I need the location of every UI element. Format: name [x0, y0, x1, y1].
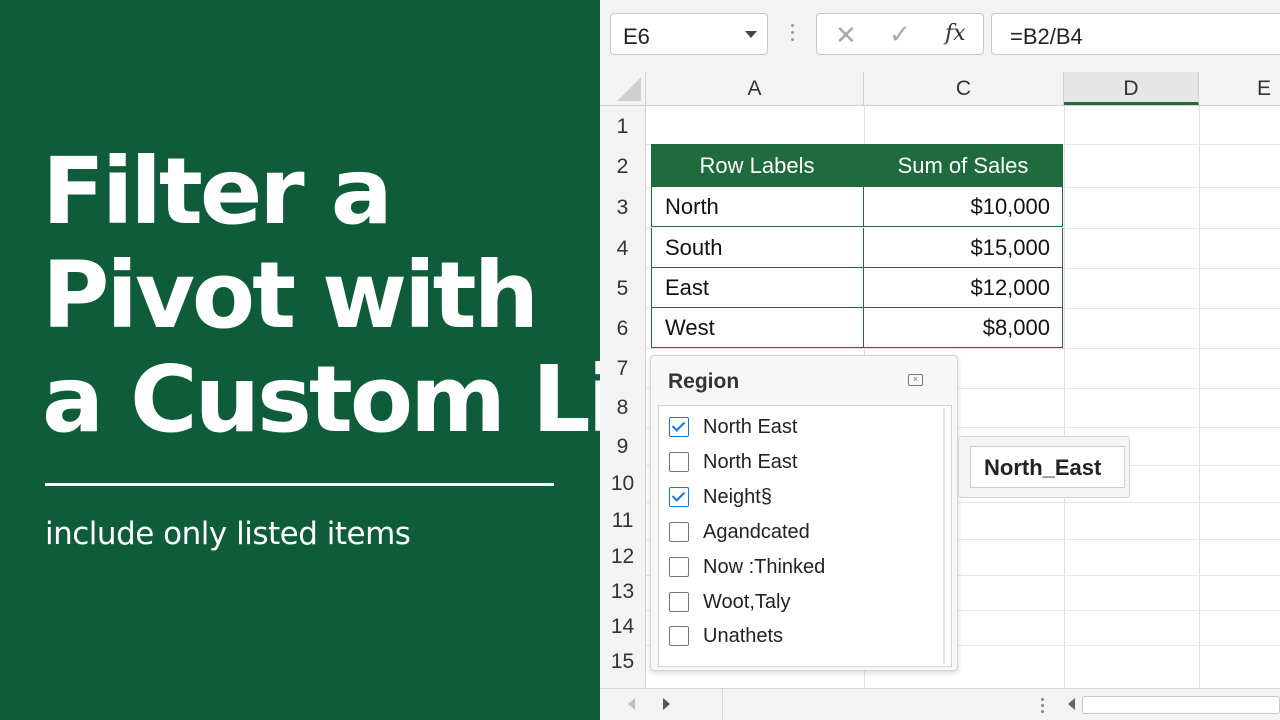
pivot-header-sum-of-sales[interactable]: Sum of Sales	[863, 144, 1063, 187]
clear-filter-icon[interactable]: ×	[908, 374, 923, 386]
row-header[interactable]: 2	[600, 155, 645, 179]
cell-divider	[863, 228, 864, 267]
checkbox-checked[interactable]	[669, 487, 689, 507]
filter-title: Region	[668, 370, 740, 393]
filter-item[interactable]: Agandcated	[669, 519, 929, 549]
column-header-c[interactable]: C	[864, 72, 1064, 105]
filter-item-label: Neight§	[703, 486, 772, 508]
drag-handle-icon[interactable]	[1041, 698, 1044, 716]
filter-item[interactable]: Woot,Taly	[669, 589, 929, 619]
pivot-row[interactable]: South $15,000	[651, 228, 1063, 268]
row-header[interactable]: 13	[600, 580, 645, 604]
row-header[interactable]: 10	[600, 472, 645, 496]
checkbox[interactable]	[669, 626, 689, 646]
drag-handle-icon[interactable]	[791, 24, 795, 46]
checkbox[interactable]	[669, 452, 689, 472]
scrollbar[interactable]	[943, 408, 945, 664]
promo-panel: Filter a Pivot with a Custom List includ…	[0, 0, 712, 720]
promo-title: Filter a Pivot with a Custom List	[42, 138, 712, 453]
cell-divider	[863, 187, 864, 226]
pivot-row[interactable]: East $12,000	[651, 268, 1063, 308]
hscroll-left-icon[interactable]	[1068, 698, 1075, 710]
formula-bar: E6 ✕ ✓ fx =B2/B4	[600, 0, 1280, 72]
filter-item-label: Woot,Taly	[703, 591, 791, 613]
horizontal-scrollbar[interactable]	[1082, 696, 1280, 714]
name-tag-text: North_East	[984, 455, 1102, 480]
row-header[interactable]: 14	[600, 615, 645, 639]
pivot-header-row: Row Labels Sum of Sales	[651, 144, 1063, 187]
filter-item-list: North East North East Neight§ Agandcated…	[658, 405, 952, 667]
row-header[interactable]: 3	[600, 196, 645, 220]
pivot-row[interactable]: North $10,000	[651, 187, 1063, 227]
divider	[722, 689, 723, 720]
sheet-nav-bar	[600, 688, 1280, 720]
pivot-row-label: West	[665, 315, 715, 340]
insert-function-icon[interactable]: fx	[945, 21, 966, 46]
name-box[interactable]: E6	[610, 13, 768, 55]
select-all-button[interactable]	[600, 72, 646, 105]
pivot-row-label: East	[665, 275, 710, 300]
filter-item-label: North East	[703, 451, 798, 473]
filter-item-label: Now :Thinked	[703, 556, 826, 578]
promo-title-line: a Custom List	[42, 346, 712, 453]
checkbox[interactable]	[669, 557, 689, 577]
gridline	[1064, 106, 1065, 688]
pivot-row[interactable]: West $8,000	[651, 308, 1063, 348]
column-header-d[interactable]: D	[1064, 72, 1199, 105]
column-header-a[interactable]: A	[646, 72, 864, 105]
pivot-row-label: South	[665, 235, 723, 260]
row-header[interactable]: 15	[600, 650, 645, 674]
row-header[interactable]: 12	[600, 545, 645, 569]
formula-buttons: ✕ ✓ fx	[816, 13, 984, 55]
column-headers: A C D E	[600, 72, 1280, 106]
row-headers: 1 2 3 4 5 6 7 8 9 10 11 12 13 14 15	[600, 106, 646, 688]
filter-item[interactable]: Unathets	[669, 623, 929, 653]
formula-value: =B2/B4	[1010, 24, 1083, 49]
select-all-icon	[617, 77, 641, 101]
row-header[interactable]: 4	[600, 237, 645, 261]
scroll-left-icon[interactable]	[628, 698, 635, 710]
row-header[interactable]: 6	[600, 317, 645, 341]
promo-title-line: Filter a	[42, 138, 393, 245]
pivot-row-value: $12,000	[970, 275, 1050, 300]
row-header[interactable]: 11	[600, 509, 645, 533]
filter-item-label: North East	[703, 416, 798, 438]
promo-subtitle: include only listed items	[45, 516, 411, 552]
pivot-header-row-labels[interactable]: Row Labels	[651, 144, 863, 187]
cell-divider	[863, 308, 864, 347]
cancel-icon[interactable]: ✕	[835, 20, 857, 51]
chevron-down-icon[interactable]	[745, 31, 757, 38]
promo-title-line: Pivot with	[42, 242, 539, 349]
scroll-right-icon[interactable]	[663, 698, 670, 710]
row-header[interactable]: 7	[600, 357, 645, 381]
row-header[interactable]: 5	[600, 277, 645, 301]
filter-item[interactable]: North East	[669, 414, 929, 444]
pivot-row-label: North	[665, 194, 719, 219]
filter-item[interactable]: Now :Thinked	[669, 554, 929, 584]
filter-item-label: Unathets	[703, 625, 784, 647]
formula-input[interactable]: =B2/B4	[991, 13, 1280, 55]
region-filter-panel: Region × North East North East Neight§ A…	[650, 355, 958, 671]
pivot-row-value: $15,000	[970, 235, 1050, 260]
column-header-e[interactable]: E	[1199, 72, 1280, 105]
row-header[interactable]: 1	[600, 115, 645, 139]
cell-divider	[863, 268, 864, 307]
checkbox-checked[interactable]	[669, 417, 689, 437]
name-box-value: E6	[623, 24, 650, 49]
filter-item[interactable]: North East	[669, 449, 929, 479]
row-header[interactable]: 8	[600, 396, 645, 420]
enter-icon[interactable]: ✓	[889, 19, 911, 50]
pivot-row-value: $8,000	[982, 315, 1050, 340]
pivot-row-value: $10,000	[970, 194, 1050, 219]
checkbox[interactable]	[669, 522, 689, 542]
promo-divider	[45, 483, 554, 486]
name-tag-popup: North_East	[958, 436, 1130, 498]
filter-item[interactable]: Neight§	[669, 484, 929, 514]
filter-item-label: Agandcated	[703, 521, 810, 543]
row-header[interactable]: 9	[600, 435, 645, 459]
pivot-table: Row Labels Sum of Sales North $10,000 So…	[651, 144, 1063, 349]
checkbox[interactable]	[669, 592, 689, 612]
gridline	[1199, 106, 1200, 688]
name-tag-field[interactable]: North_East	[970, 446, 1125, 488]
